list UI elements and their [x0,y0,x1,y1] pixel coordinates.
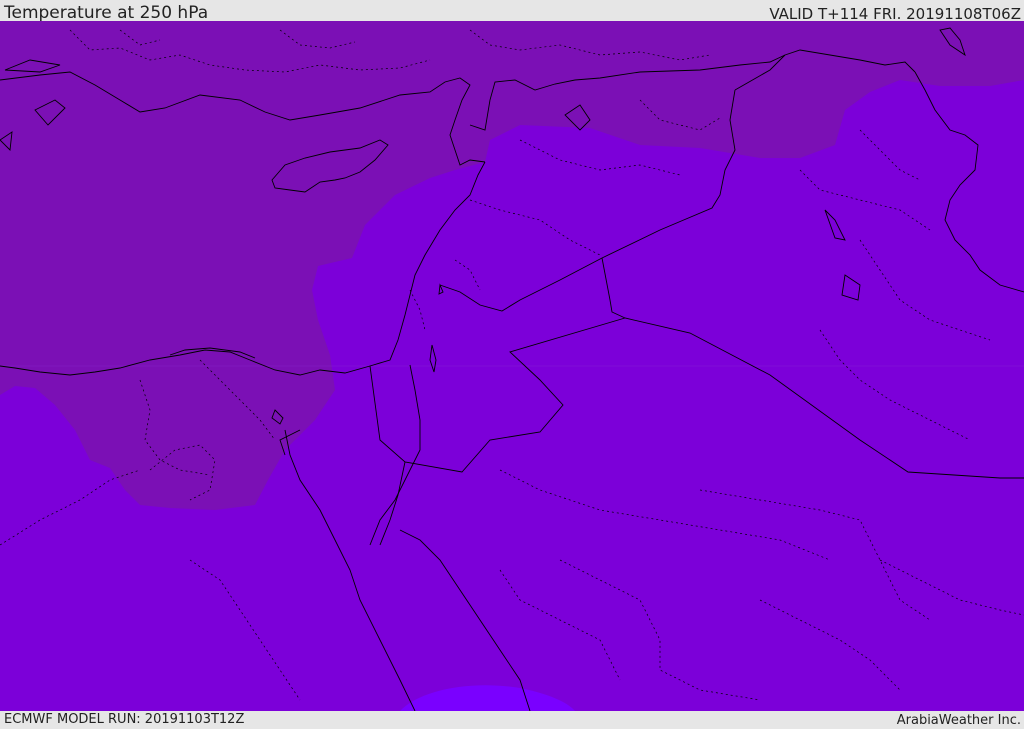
map-title: Temperature at 250 hPa [4,3,209,23]
credit-label: ArabiaWeather Inc. [896,713,1021,728]
header-bar: Temperature at 250 hPa VALID T+114 FRI. … [0,0,1024,23]
footer-bar: ECMWF MODEL RUN: 20191103T12Z ArabiaWeat… [0,711,1024,729]
model-run-label: ECMWF MODEL RUN: 20191103T12Z [4,712,245,727]
weather-map[interactable] [0,21,1024,711]
